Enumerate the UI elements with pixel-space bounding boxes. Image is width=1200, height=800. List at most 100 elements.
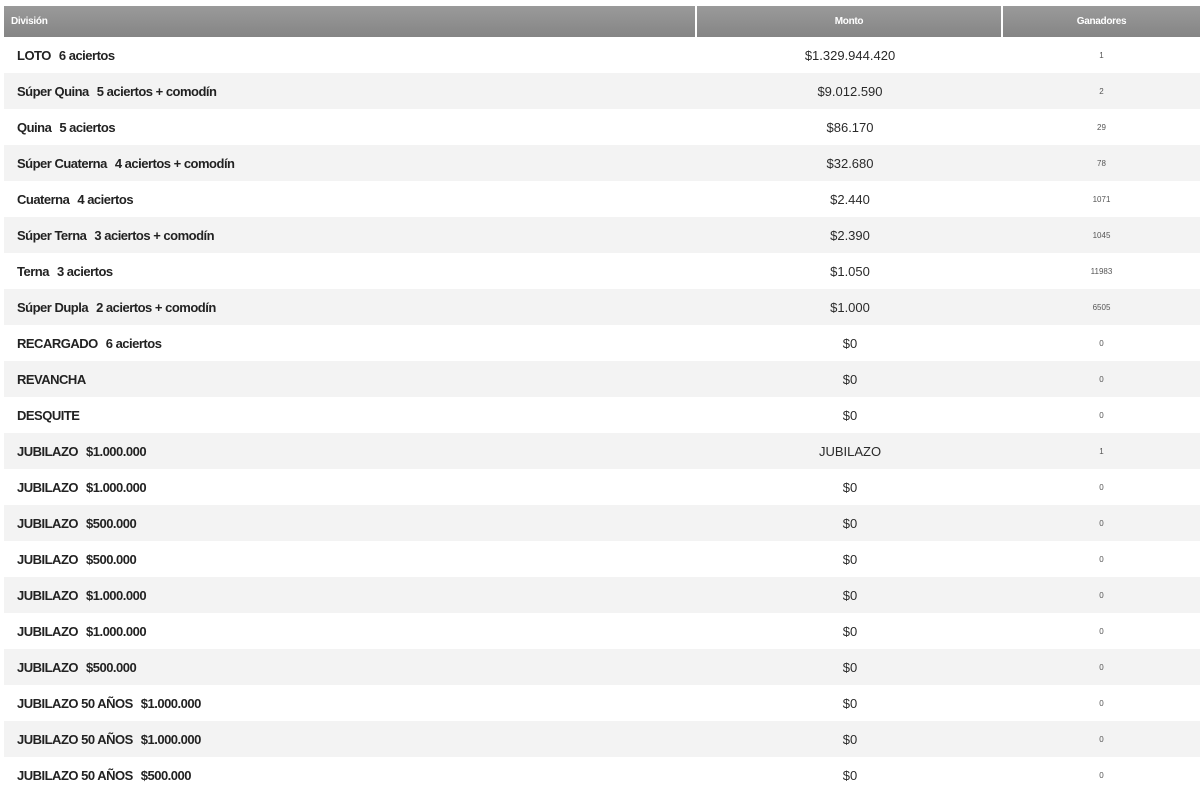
table-row: Súper Terna 3 aciertos + comodín $2.390 104… (4, 217, 1200, 253)
table-row: Súper Dupla 2 aciertos + comodín $1.000 650… (4, 289, 1200, 325)
table-row: JUBILAZO $1.000.000 $0 0 (4, 469, 1200, 505)
monto-cell: $32.680 (697, 145, 1003, 181)
monto-cell: $2.390 (697, 217, 1003, 253)
monto-cell: $0 (697, 361, 1003, 397)
division-name: Súper Dupla (17, 299, 89, 315)
table-row: JUBILAZO $1.000.000 $0 0 (4, 613, 1200, 649)
monto-cell: JUBILAZO (697, 433, 1003, 469)
monto-cell: $0 (697, 397, 1003, 433)
ganadores-cell: 0 (1003, 685, 1200, 721)
table-header: División Monto Ganadores (4, 6, 1200, 37)
table-row: JUBILAZO $500.000 $0 0 (4, 505, 1200, 541)
division-cell: JUBILAZO $1.000.000 (4, 469, 697, 505)
monto-cell: $0 (697, 505, 1003, 541)
division-cell: Súper Terna 3 aciertos + comodín (4, 217, 697, 253)
ganadores-cell: 6505 (1003, 289, 1200, 325)
table-row: JUBILAZO $500.000 $0 0 (4, 541, 1200, 577)
table-row: JUBILAZO 50 AÑOS $1.000.000 $0 0 (4, 721, 1200, 757)
division-detail: $1.000.000 (140, 695, 202, 711)
division-name: Cuaterna (17, 191, 70, 207)
division-name: DESQUITE (17, 407, 80, 423)
division-name: JUBILAZO (17, 623, 79, 639)
division-name: LOTO (17, 47, 51, 63)
division-detail: 5 aciertos (59, 119, 116, 135)
division-cell: JUBILAZO $500.000 (4, 541, 697, 577)
monto-cell: $2.440 (697, 181, 1003, 217)
ganadores-cell: 2 (1003, 73, 1200, 109)
header-ganadores: Ganadores (1003, 6, 1200, 37)
division-name: Súper Quina (17, 83, 89, 99)
ganadores-cell: 1045 (1003, 217, 1200, 253)
ganadores-cell: 1071 (1003, 181, 1200, 217)
table-row: JUBILAZO $1.000.000 JUBILAZO 1 (4, 433, 1200, 469)
division-name: Súper Terna (17, 227, 87, 243)
division-detail: 3 aciertos + comodín (94, 227, 215, 243)
division-name: JUBILAZO (17, 659, 79, 675)
table-row: Cuaterna 4 aciertos $2.440 1071 (4, 181, 1200, 217)
division-cell: LOTO 6 aciertos (4, 37, 697, 73)
ganadores-cell: 0 (1003, 469, 1200, 505)
ganadores-cell: 1 (1003, 37, 1200, 73)
prize-results-table: División Monto Ganadores LOTO 6 aciertos $… (4, 6, 1200, 793)
division-cell: JUBILAZO 50 AÑOS $1.000.000 (4, 685, 697, 721)
division-cell: Quina 5 aciertos (4, 109, 697, 145)
division-cell: DESQUITE (4, 397, 697, 433)
division-name: JUBILAZO 50 AÑOS (17, 767, 133, 783)
table-row: DESQUITE $0 0 (4, 397, 1200, 433)
division-detail: $1.000.000 (86, 623, 147, 639)
division-name: RECARGADO (17, 335, 98, 351)
division-detail: $1.000.000 (86, 587, 147, 603)
division-detail: 6 aciertos (105, 335, 162, 351)
monto-cell: $1.050 (697, 253, 1003, 289)
table-row: REVANCHA $0 0 (4, 361, 1200, 397)
ganadores-cell: 0 (1003, 577, 1200, 613)
division-name: JUBILAZO 50 AÑOS (17, 695, 133, 711)
ganadores-cell: 0 (1003, 541, 1200, 577)
table-row: RECARGADO 6 aciertos $0 0 (4, 325, 1200, 361)
division-cell: Súper Quina 5 aciertos + comodín (4, 73, 697, 109)
table-row: LOTO 6 aciertos $1.329.944.420 1 (4, 37, 1200, 73)
header-row: División Monto Ganadores (4, 6, 1200, 37)
monto-cell: $86.170 (697, 109, 1003, 145)
ganadores-cell: 0 (1003, 505, 1200, 541)
division-name: Terna (17, 263, 49, 279)
division-detail: $1.000.000 (86, 443, 147, 459)
ganadores-cell: 0 (1003, 649, 1200, 685)
division-cell: JUBILAZO 50 AÑOS $1.000.000 (4, 721, 697, 757)
division-cell: JUBILAZO $1.000.000 (4, 613, 697, 649)
division-cell: JUBILAZO 50 AÑOS $500.000 (4, 757, 697, 793)
monto-cell: $0 (697, 541, 1003, 577)
ganadores-cell: 1 (1003, 433, 1200, 469)
division-cell: JUBILAZO $1.000.000 (4, 433, 697, 469)
monto-cell: $0 (697, 613, 1003, 649)
division-name: Quina (17, 119, 52, 135)
division-cell: REVANCHA (4, 361, 697, 397)
ganadores-cell: 0 (1003, 613, 1200, 649)
table-row: Quina 5 aciertos $86.170 29 (4, 109, 1200, 145)
division-detail: $500.000 (140, 767, 192, 783)
division-detail: 5 aciertos + comodín (96, 83, 217, 99)
division-detail: $500.000 (86, 515, 137, 531)
division-name: JUBILAZO (17, 551, 79, 567)
ganadores-cell: 11983 (1003, 253, 1200, 289)
table-row: JUBILAZO $1.000.000 $0 0 (4, 577, 1200, 613)
monto-cell: $0 (697, 577, 1003, 613)
monto-cell: $0 (697, 649, 1003, 685)
monto-cell: $0 (697, 757, 1003, 793)
division-cell: Terna 3 aciertos (4, 253, 697, 289)
division-name: JUBILAZO (17, 587, 79, 603)
ganadores-cell: 0 (1003, 361, 1200, 397)
ganadores-cell: 0 (1003, 325, 1200, 361)
division-cell: RECARGADO 6 aciertos (4, 325, 697, 361)
ganadores-cell: 0 (1003, 721, 1200, 757)
ganadores-cell: 78 (1003, 145, 1200, 181)
monto-cell: $9.012.590 (697, 73, 1003, 109)
division-cell: Súper Dupla 2 aciertos + comodín (4, 289, 697, 325)
division-detail: 6 aciertos (58, 47, 115, 63)
division-name: JUBILAZO (17, 443, 79, 459)
table-row: Terna 3 aciertos $1.050 11983 (4, 253, 1200, 289)
monto-cell: $0 (697, 469, 1003, 505)
table-row: JUBILAZO 50 AÑOS $1.000.000 $0 0 (4, 685, 1200, 721)
monto-cell: $0 (697, 325, 1003, 361)
table-body: LOTO 6 aciertos $1.329.944.420 1 Súper Quina… (4, 37, 1200, 793)
